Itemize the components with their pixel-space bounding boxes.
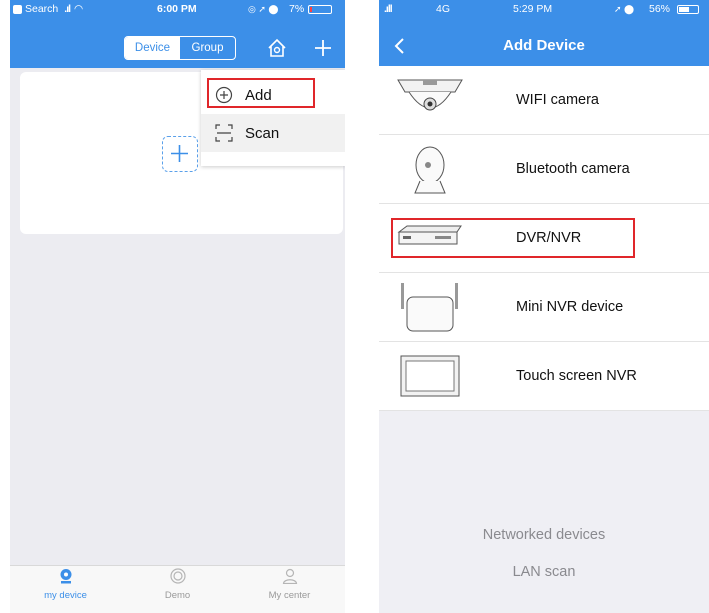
add-highlight-box [207, 78, 315, 108]
add-device-plus-icon [171, 145, 188, 162]
signal-icon: .ıll [384, 3, 393, 15]
device-row-mini-nvr[interactable]: Mini NVR device [379, 273, 709, 342]
group-tab[interactable]: Group [180, 37, 235, 59]
device-name: Touch screen NVR [516, 368, 637, 384]
tab-my-device-label: my device [44, 590, 87, 601]
tab-my-center-label: My center [268, 590, 311, 601]
tab-my-center[interactable]: My center [234, 568, 345, 601]
person-icon [282, 568, 297, 584]
tab-my-device[interactable]: my device [10, 568, 121, 601]
add-device-box[interactable] [162, 136, 198, 172]
demo-icon [169, 568, 186, 584]
status-search-label[interactable]: Search [25, 3, 58, 15]
scan-icon [213, 122, 235, 144]
battery-percent: 7% [289, 3, 305, 15]
tab-demo-label: Demo [164, 590, 191, 601]
device-row-bluetooth-camera[interactable]: Bluetooth camera [379, 135, 709, 204]
networked-devices-link[interactable]: Networked devices [379, 527, 709, 543]
device-name: WIFI camera [516, 92, 599, 108]
page-title: Add Device [503, 37, 585, 54]
battery-icon [308, 5, 332, 14]
mini-nvr-icon [401, 283, 458, 332]
device-tab[interactable]: Device [125, 37, 180, 59]
signal-icon: .ıl [64, 3, 71, 15]
touch-nvr-icon [400, 355, 460, 397]
status-carrier: 4G [436, 3, 451, 15]
location-icon: ➚ ⬤ [614, 3, 635, 14]
battery-percent: 56% [649, 3, 671, 15]
menu-scan-label: Scan [245, 124, 280, 142]
dome-camera-icon [397, 79, 463, 111]
battery-icon [677, 5, 699, 14]
status-time: 5:29 PM [513, 3, 553, 15]
device-group-toggle[interactable]: Device Group [124, 36, 236, 60]
dvr-highlight-box [391, 218, 635, 258]
home-icon[interactable] [266, 37, 288, 59]
device-row-touch-nvr[interactable]: Touch screen NVR [379, 342, 709, 411]
left-phone-screen: Search .ıl ◠ 6:00 PM ◎ ➚ ⬤ 7% Device Gro… [10, 0, 345, 613]
right-phone-screen: .ıll 4G 5:29 PM ➚ ⬤ 56% Add Device WIFI … [379, 0, 709, 613]
bluetooth-camera-icon [414, 146, 446, 194]
wifi-icon: ◠ [74, 3, 84, 15]
status-time: 6:00 PM [157, 3, 197, 15]
menu-item-scan[interactable]: Scan [201, 114, 345, 152]
device-name: Bluetooth camera [516, 161, 630, 177]
bottom-tab-bar: my device Demo My center [10, 565, 345, 613]
device-row-wifi-camera[interactable]: WIFI camera [379, 66, 709, 135]
back-to-search-icon[interactable] [13, 4, 22, 14]
device-name: Mini NVR device [516, 299, 624, 315]
left-status-bar: Search .ıl ◠ 6:00 PM ◎ ➚ ⬤ 7% [10, 0, 345, 18]
plus-icon[interactable] [313, 38, 333, 58]
location-icon: ◎ ➚ ⬤ [248, 3, 279, 14]
tab-demo[interactable]: Demo [122, 568, 233, 601]
right-status-bar: .ıll 4G 5:29 PM ➚ ⬤ 56% [379, 0, 709, 18]
camera-icon [60, 569, 71, 584]
lan-scan-link[interactable]: LAN scan [379, 564, 709, 580]
